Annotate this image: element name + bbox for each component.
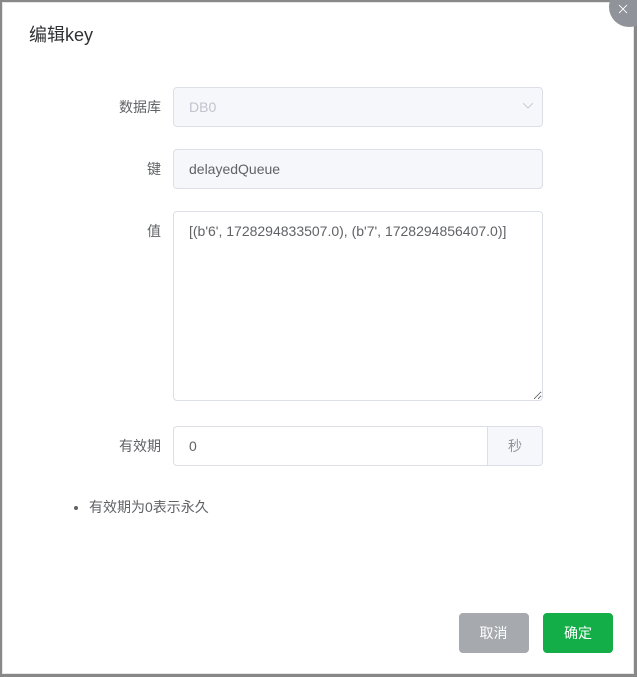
value-textarea[interactable] (173, 211, 543, 401)
database-select-value: DB0 (173, 87, 543, 127)
hint-list: 有效期为0表示永久 (69, 496, 543, 518)
ttl-input[interactable] (173, 426, 487, 466)
dialog-title: 编辑key (3, 3, 633, 57)
close-icon (616, 2, 630, 21)
database-select[interactable]: DB0 (173, 87, 543, 127)
value-label: 值 (23, 211, 173, 251)
hint-item: 有效期为0表示永久 (89, 496, 543, 518)
key-input[interactable]: delayedQueue (173, 149, 543, 189)
cancel-button[interactable]: 取消 (459, 613, 529, 653)
dialog-body: 数据库 DB0 键 delayedQueue 值 (3, 57, 633, 603)
dialog-footer: 取消 确定 (3, 603, 633, 673)
ttl-unit: 秒 (487, 426, 543, 466)
database-label: 数据库 (23, 87, 173, 127)
key-label: 键 (23, 149, 173, 189)
confirm-button[interactable]: 确定 (543, 613, 613, 653)
ttl-label: 有效期 (23, 426, 173, 466)
edit-key-dialog: 编辑key 数据库 DB0 键 delayedQueue 值 (2, 2, 634, 674)
